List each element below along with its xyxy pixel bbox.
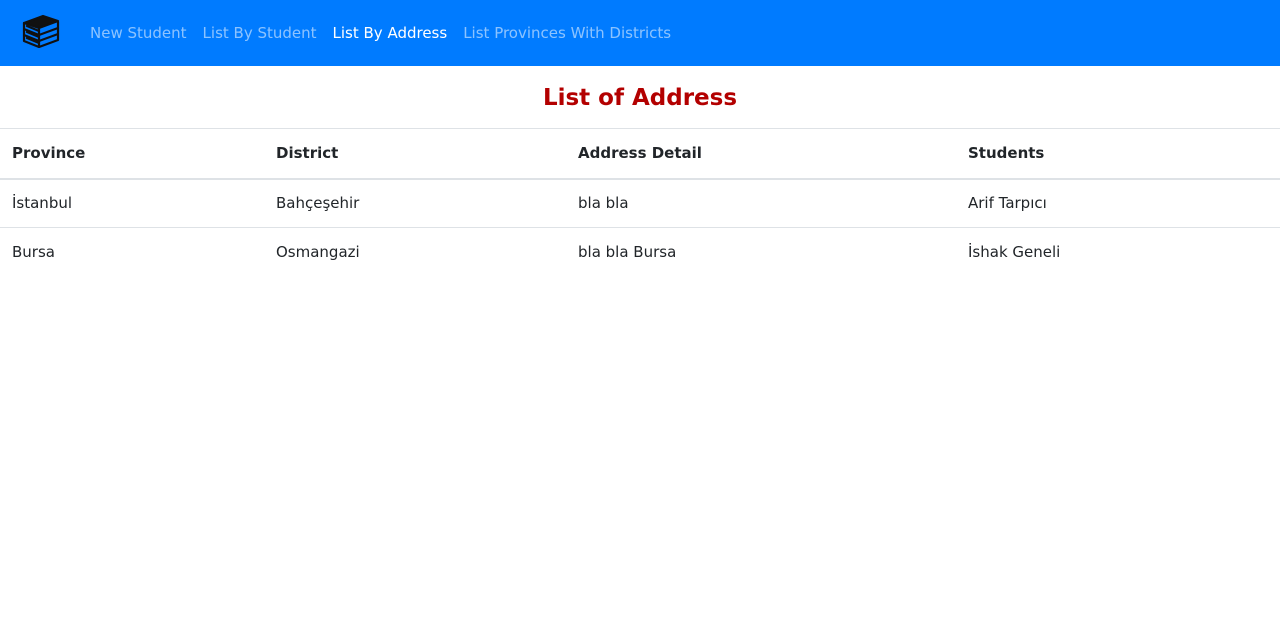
cell-address-detail: bla bla Bursa [566, 227, 956, 277]
cell-address-detail: bla bla [578, 194, 629, 213]
navbar: New Student List By Student List By Addr… [0, 0, 1280, 66]
books-stack-icon [21, 14, 61, 52]
cell-district: Bahçeşehir [276, 194, 360, 213]
nav-link-new-student[interactable]: New Student [90, 24, 187, 42]
column-header-address-detail: Address Detail [566, 128, 956, 180]
nav-link-list-by-address[interactable]: List By Address [333, 24, 448, 42]
column-header-district: District [264, 128, 566, 180]
table-row: Bursa Osmangazi bla bla Bursa İshak Gene… [0, 227, 1280, 277]
main-content: List of Address Province District Addres… [0, 66, 1280, 277]
table-header-row: Province District Address Detail Student… [0, 128, 1280, 180]
cell-students: İshak Geneli [956, 227, 1280, 277]
cell-students: Arif Tarpıcı [968, 194, 1047, 213]
page-title: List of Address [542, 85, 738, 111]
brand-logo[interactable] [20, 14, 62, 52]
nav-link-list-by-student[interactable]: List By Student [203, 24, 317, 42]
nav-links: New Student List By Student List By Addr… [90, 24, 671, 42]
address-table: Province District Address Detail Student… [0, 128, 1280, 277]
table-row: İstanbul Bahçeşehir bla bla Arif Tarpıcı [0, 179, 1280, 228]
cell-district: Osmangazi [264, 227, 566, 277]
column-header-province: Province [0, 128, 264, 180]
nav-link-list-provinces-with-districts[interactable]: List Provinces With Districts [463, 24, 671, 42]
cell-province: İstanbul [12, 194, 73, 213]
cell-province: Bursa [0, 227, 264, 277]
column-header-students: Students [956, 128, 1280, 180]
